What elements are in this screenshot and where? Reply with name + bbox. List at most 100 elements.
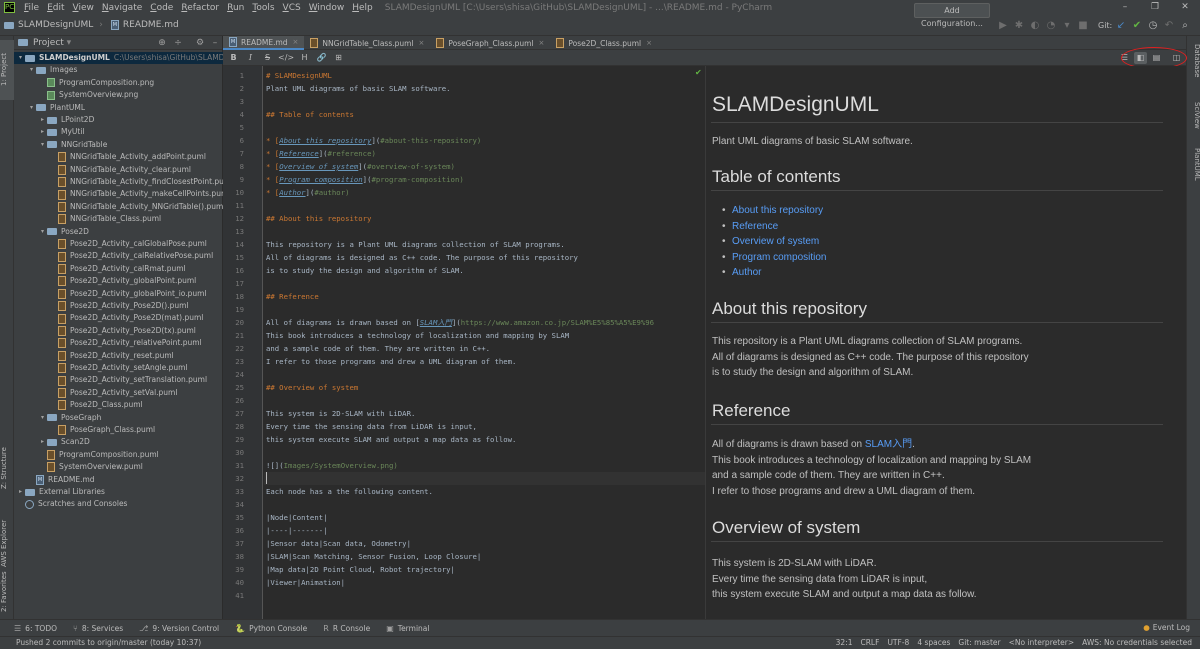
bottom-tool-versioncontrol[interactable]: ⎇ 9: Version Control bbox=[139, 624, 219, 633]
tree-file[interactable]: NNGridTable_Activity_clear.puml bbox=[49, 164, 191, 176]
breadcrumb-project[interactable]: SLAMDesignUML › bbox=[0, 20, 107, 30]
tree-file[interactable]: Pose2D_Activity_calGlobalPose.puml bbox=[49, 238, 207, 250]
tree-file[interactable]: Pose2D_Activity_Pose2D(mat).puml bbox=[49, 312, 203, 324]
preview-toc-link[interactable]: Reference bbox=[722, 221, 778, 232]
tree-file[interactable]: Pose2D_Activity_relativePoint.puml bbox=[49, 337, 202, 349]
tool-tab-database[interactable]: Database bbox=[1188, 44, 1200, 84]
tree-file[interactable]: Pose2D_Activity_calRmat.puml bbox=[49, 263, 186, 275]
tree-folder[interactable]: ▸ LPoint2D bbox=[38, 114, 94, 126]
markdown-source-editor[interactable]: # SLAMDesignUML Plant UML diagrams of bas… bbox=[264, 66, 705, 619]
status-item[interactable]: <No interpreter> bbox=[1009, 638, 1075, 647]
menu-item-file[interactable]: File bbox=[20, 3, 43, 13]
git-commit-icon[interactable]: ✔ bbox=[1130, 18, 1144, 33]
git-update-icon[interactable]: ↙ bbox=[1114, 18, 1128, 33]
stop-icon[interactable]: ■ bbox=[1076, 18, 1090, 33]
tree-file[interactable]: Pose2D_Activity_globalPoint.puml bbox=[49, 275, 196, 287]
tree-file[interactable]: Pose2D_Activity_setVal.puml bbox=[49, 387, 177, 399]
menu-item-navigate[interactable]: Navigate bbox=[98, 3, 146, 13]
history-icon[interactable]: ◷ bbox=[1146, 18, 1160, 33]
menu-item-refactor[interactable]: Refactor bbox=[177, 3, 223, 13]
status-message[interactable]: Pushed 2 commits to origin/master (today… bbox=[16, 638, 201, 647]
hide-icon[interactable]: – bbox=[209, 37, 221, 49]
tree-file[interactable]: Pose2D_Activity_Pose2D().puml bbox=[49, 300, 189, 312]
tree-file[interactable]: Pose2D_Activity_globalPoint_io.puml bbox=[49, 288, 207, 300]
run-icon[interactable]: ▶ bbox=[996, 18, 1010, 33]
tree-file[interactable]: NNGridTable_Activity_addPoint.puml bbox=[49, 151, 206, 163]
tree-file[interactable]: Pose2D_Activity_reset.puml bbox=[49, 350, 174, 362]
table-icon[interactable]: ⊞ bbox=[332, 53, 345, 62]
tree-folder[interactable]: ▾ Images bbox=[27, 64, 77, 76]
bottom-tool-services[interactable]: ⑂ 8: Services bbox=[73, 624, 123, 633]
search-icon[interactable]: ⌕ bbox=[1178, 18, 1192, 33]
tree-folder[interactable]: ▾ NNGridTable bbox=[38, 139, 107, 151]
breadcrumb-file[interactable]: M README.md bbox=[107, 20, 183, 30]
header-button[interactable]: H bbox=[298, 53, 311, 62]
tree-file[interactable]: Pose2D_Activity_Pose2D(tx).puml bbox=[49, 325, 196, 337]
menu-item-window[interactable]: Window bbox=[305, 3, 349, 13]
build-icon[interactable]: ▾ bbox=[1060, 18, 1074, 33]
tree-file[interactable]: SystemOverview.png bbox=[38, 89, 138, 101]
debug-icon[interactable]: ✱ bbox=[1012, 18, 1026, 33]
editor-tab[interactable]: M README.md × bbox=[223, 36, 305, 50]
bottom-tool-rconsole[interactable]: RR Console bbox=[323, 624, 370, 633]
status-item[interactable]: 32:1 bbox=[836, 638, 853, 647]
project-view-selector[interactable]: Project bbox=[33, 38, 71, 48]
menu-item-help[interactable]: Help bbox=[348, 3, 377, 13]
tool-tab-plantuml[interactable]: PlantUML bbox=[1188, 148, 1200, 194]
preview-slam-book-link[interactable]: SLAM入門 bbox=[865, 439, 912, 450]
tree-file[interactable]: SystemOverview.puml bbox=[38, 461, 143, 473]
tree-folder[interactable]: ▸ MyUtil bbox=[38, 126, 85, 138]
menu-item-code[interactable]: Code bbox=[146, 3, 177, 13]
editor-tab[interactable]: NNGridTable_Class.puml × bbox=[304, 36, 430, 50]
strikethrough-button[interactable]: S bbox=[261, 53, 274, 62]
menu-item-view[interactable]: View bbox=[69, 3, 98, 13]
tree-file[interactable]: ▸ External Libraries bbox=[16, 486, 105, 498]
tree-file[interactable]: Pose2D_Activity_setTranslation.puml bbox=[49, 374, 207, 386]
tool-tab-structure[interactable]: Z: Structure bbox=[0, 438, 14, 498]
editor-tab[interactable]: Pose2D_Class.puml × bbox=[550, 36, 658, 50]
tree-folder[interactable]: ▾ Pose2D bbox=[38, 226, 89, 238]
status-item[interactable]: Git: master bbox=[958, 638, 1000, 647]
tool-tab-favorites[interactable]: 2: Favorites bbox=[0, 564, 14, 619]
menu-item-tools[interactable]: Tools bbox=[248, 3, 278, 13]
rollback-icon[interactable]: ↶ bbox=[1162, 18, 1176, 33]
tool-tab-sciview[interactable]: SciView bbox=[1188, 102, 1200, 142]
close-icon[interactable]: × bbox=[539, 39, 545, 47]
coverage-icon[interactable]: ◐ bbox=[1028, 18, 1042, 33]
status-item[interactable]: CRLF bbox=[860, 638, 879, 647]
add-configuration-button[interactable]: Add Configuration... bbox=[914, 3, 990, 28]
italic-button[interactable]: I bbox=[244, 53, 257, 62]
minimize-button[interactable]: – bbox=[1110, 0, 1140, 15]
tree-file[interactable]: M README.md bbox=[27, 474, 95, 486]
status-item[interactable]: UTF-8 bbox=[887, 638, 909, 647]
bottom-tool-todo[interactable]: ☰ 6: TODO bbox=[14, 624, 57, 633]
gear-icon[interactable]: ⚙ bbox=[194, 37, 206, 49]
tree-file[interactable]: ProgramComposition.puml bbox=[38, 449, 159, 461]
tree-folder[interactable]: ▸ Scan2D bbox=[38, 436, 90, 448]
profile-icon[interactable]: ◔ bbox=[1044, 18, 1058, 33]
tree-file[interactable]: Pose2D_Activity_calRelativePose.puml bbox=[49, 250, 213, 262]
tree-file[interactable]: NNGridTable_Activity_NNGridTable().puml bbox=[49, 201, 225, 213]
editor-tab[interactable]: PoseGraph_Class.puml × bbox=[430, 36, 550, 50]
menu-item-vcs[interactable]: VCS bbox=[279, 3, 305, 13]
tree-folder[interactable]: ▾ PoseGraph bbox=[38, 412, 101, 424]
tree-folder[interactable]: ▾ PlantUML bbox=[27, 102, 85, 114]
locate-icon[interactable]: ⊕ bbox=[156, 37, 168, 49]
collapse-all-icon[interactable]: ÷ bbox=[172, 37, 184, 49]
status-item[interactable]: 4 spaces bbox=[917, 638, 950, 647]
tree-file[interactable]: Pose2D_Class.puml bbox=[49, 399, 143, 411]
restore-button[interactable]: ❐ bbox=[1140, 0, 1170, 15]
link-icon[interactable]: 🔗 bbox=[315, 53, 328, 62]
tree-file[interactable]: Scratches and Consoles bbox=[16, 498, 127, 510]
code-button[interactable]: </> bbox=[278, 53, 294, 62]
close-icon[interactable]: × bbox=[419, 39, 425, 47]
bottom-tool-pythonconsole[interactable]: 🐍 Python Console bbox=[235, 624, 307, 633]
status-item[interactable]: AWS: No credentials selected bbox=[1082, 638, 1192, 647]
tree-file[interactable]: PoseGraph_Class.puml bbox=[49, 424, 155, 436]
tree-file[interactable]: NNGridTable_Class.puml bbox=[49, 213, 161, 225]
tree-file[interactable]: NNGridTable_Activity_makeCellPoints.puml bbox=[49, 188, 230, 200]
menu-item-run[interactable]: Run bbox=[223, 3, 248, 13]
tree-file[interactable]: ProgramComposition.png bbox=[38, 77, 154, 89]
close-icon[interactable]: × bbox=[646, 39, 652, 47]
preview-toc-link[interactable]: Program composition bbox=[722, 252, 827, 263]
